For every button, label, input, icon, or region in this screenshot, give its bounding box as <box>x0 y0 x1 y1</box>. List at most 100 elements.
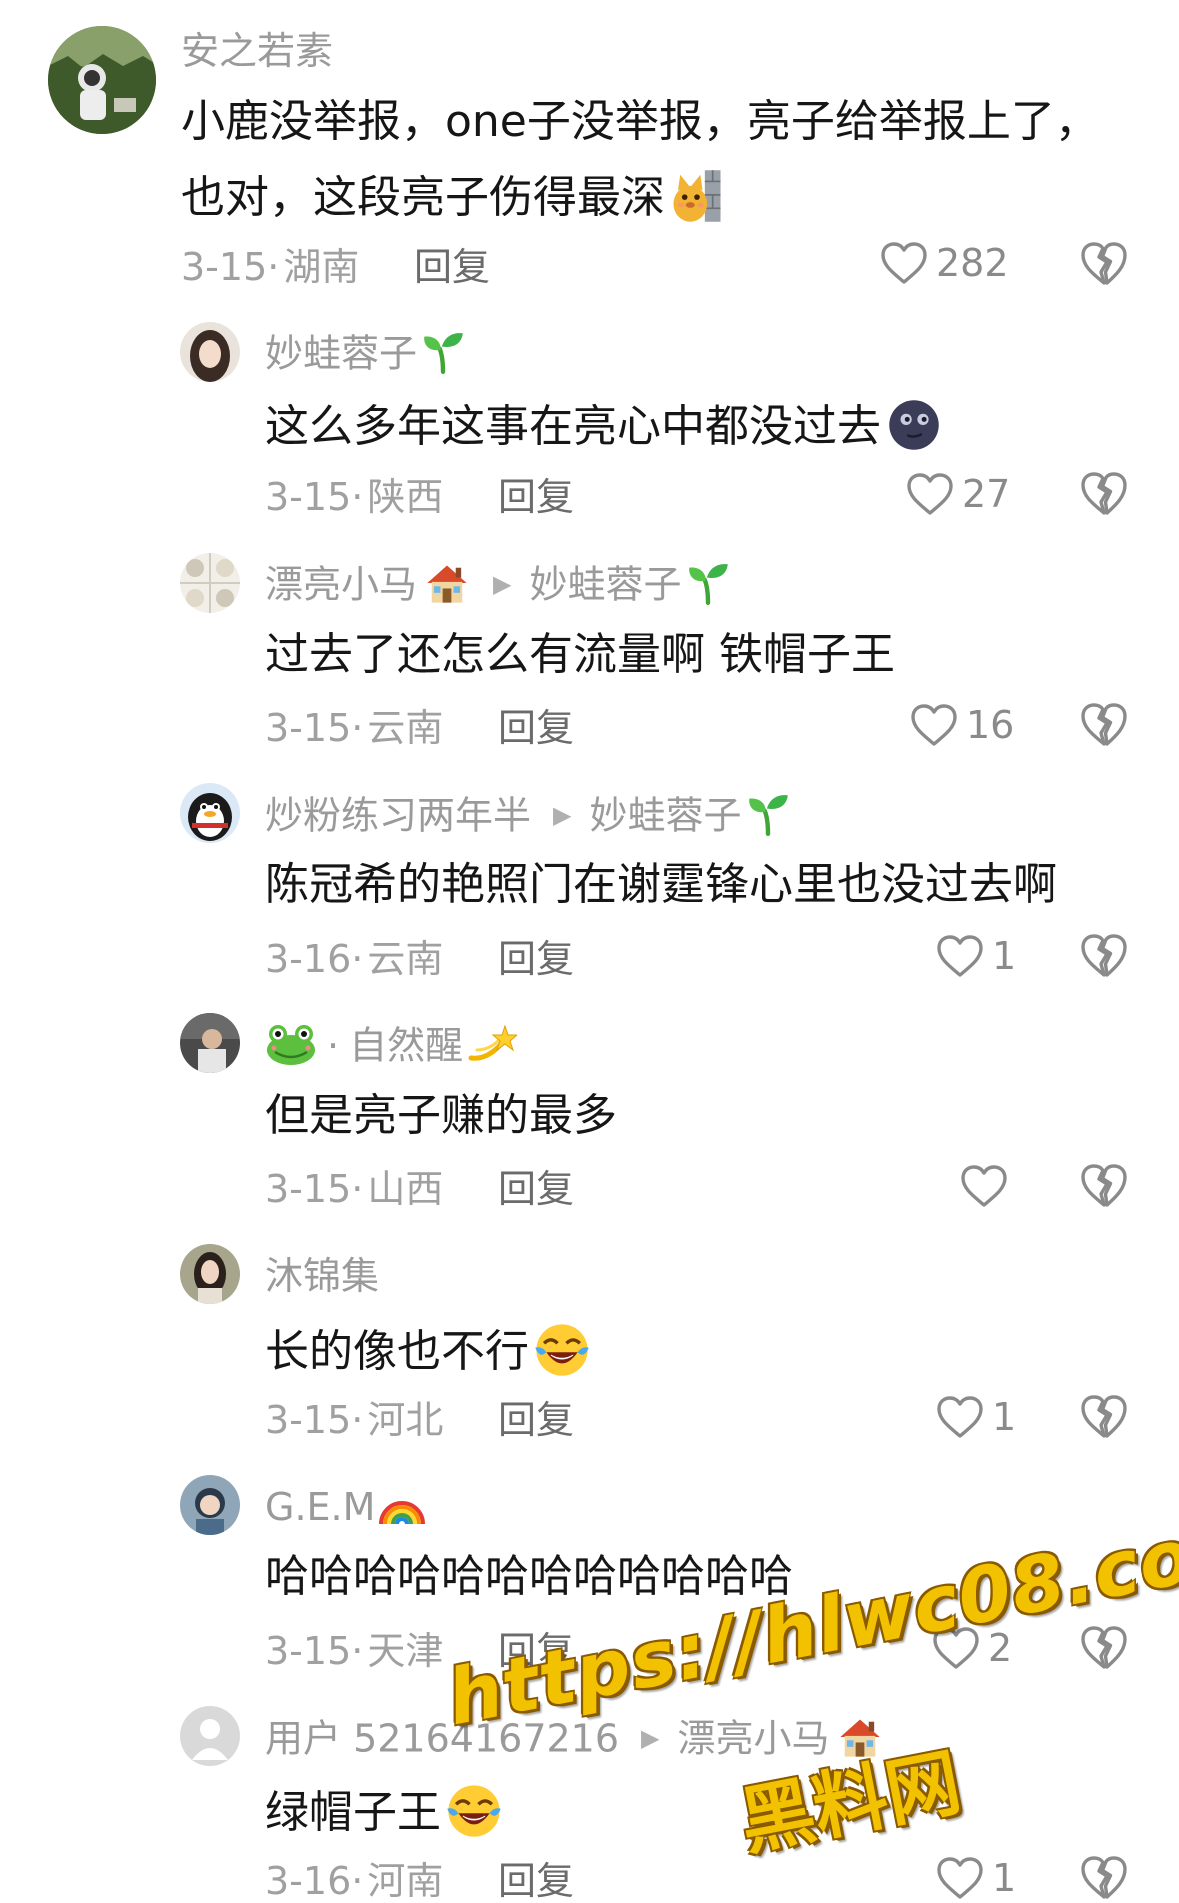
username-text: 自然醒 <box>349 1023 464 1068</box>
reply-button[interactable]: 回复 <box>498 1170 574 1208</box>
like-count: 2 <box>988 1626 1013 1670</box>
heart-icon <box>932 1626 980 1670</box>
comment-meta: 3-15· 陕西 <box>265 478 443 516</box>
reply-button[interactable]: 回复 <box>498 1401 574 1439</box>
reply-button[interactable]: 回复 <box>414 248 490 286</box>
comment-date: 3-15 <box>265 475 352 519</box>
comment-text: 哈哈哈哈哈哈哈哈哈哈哈哈 <box>265 1555 793 1599</box>
comment-meta: 3-15· 河北 <box>265 1401 443 1439</box>
comment-text: 过去了还怎么有流量啊 铁帽子王 <box>265 633 895 677</box>
meta-dot: · <box>351 1167 364 1211</box>
reply-to-username[interactable]: 漂亮小马 <box>678 1717 830 1761</box>
comment-meta: 3-16· 河南 <box>265 1862 443 1900</box>
username[interactable]: G.E.M <box>265 1488 427 1531</box>
username-text: G.E.M <box>265 1485 376 1529</box>
avatar[interactable] <box>48 26 156 134</box>
comment-region: 云南 <box>367 706 444 750</box>
comment-meta: 3-15· 山西 <box>265 1170 443 1208</box>
comment-date: 3-15 <box>265 1398 352 1442</box>
heart-icon <box>910 703 958 747</box>
girl-avatar-icon <box>180 322 240 382</box>
username[interactable]: 用户 52164167216 ▶ 漂亮小马 <box>265 1719 884 1763</box>
comment-text: 这么多年这事在亮心中都没过去 <box>265 402 941 456</box>
heart-icon <box>906 472 954 516</box>
broken-heart-icon[interactable] <box>1080 470 1128 516</box>
reply-button[interactable]: 回复 <box>498 940 574 978</box>
meta-dot: · <box>351 475 364 519</box>
reply-button[interactable]: 回复 <box>498 1632 574 1670</box>
comment-meta: 3-15· 湖南 <box>181 248 359 286</box>
new-moon-face-icon <box>887 398 941 452</box>
broken-heart-icon[interactable] <box>1080 1393 1128 1439</box>
name-separator: · <box>327 1023 340 1068</box>
comment-text-line: 但是亮子赚的最多 <box>265 1090 617 1141</box>
avatar[interactable] <box>180 553 240 613</box>
username-text: 炒粉练习两年半 <box>265 793 532 838</box>
like-count: 1 <box>992 1395 1017 1439</box>
comment-date: 3-15 <box>265 1167 352 1211</box>
like-button[interactable]: 2 <box>932 1626 1012 1670</box>
username[interactable]: 沐锦集 <box>265 1257 379 1295</box>
dizzy-icon <box>467 1022 517 1066</box>
cat-wall-emoji-icon <box>671 168 723 224</box>
avatar[interactable] <box>180 322 240 382</box>
avatar[interactable] <box>180 1475 240 1535</box>
default-avatar-icon <box>180 1706 240 1766</box>
avatar[interactable] <box>180 1013 240 1073</box>
comment-text: 但是亮子赚的最多 <box>265 1094 617 1138</box>
like-button[interactable]: 1 <box>936 1395 1016 1439</box>
cartoon-avatar-icon <box>180 1475 240 1535</box>
comment-date: 3-15 <box>265 706 352 750</box>
like-button[interactable] <box>960 1164 1008 1208</box>
like-button[interactable]: 282 <box>880 241 1009 285</box>
avatar[interactable] <box>180 1706 240 1766</box>
like-button[interactable]: 1 <box>936 1856 1016 1900</box>
comment-meta: 3-15· 天津 <box>265 1632 443 1670</box>
seedling-icon <box>421 330 465 374</box>
heart-icon <box>936 1395 984 1439</box>
username[interactable]: 妙蛙蓉子 <box>265 334 465 378</box>
like-button[interactable]: 1 <box>936 934 1016 978</box>
reply-to-username[interactable]: 妙蛙蓉子 <box>589 794 741 838</box>
meta-dot: · <box>351 1629 364 1673</box>
seedling-icon <box>686 561 730 605</box>
broken-heart-icon[interactable] <box>1080 1162 1128 1208</box>
username-text: 妙蛙蓉子 <box>265 331 418 376</box>
comment-text: 长的像也不行 <box>265 1325 591 1383</box>
avatar[interactable] <box>180 783 240 843</box>
comment-meta: 3-16· 云南 <box>265 940 443 978</box>
broken-heart-icon[interactable] <box>1080 1624 1128 1670</box>
broken-heart-icon[interactable] <box>1080 1854 1128 1900</box>
penguin-avatar-icon <box>180 783 240 843</box>
username[interactable]: · 自然醒 <box>265 1026 517 1070</box>
username[interactable]: 漂亮小马 ▶ 妙蛙蓉子 <box>265 565 730 609</box>
reply-button[interactable]: 回复 <box>498 1862 574 1900</box>
username-text: 用户 52164167216 <box>265 1716 620 1761</box>
man-avatar-icon <box>180 1013 240 1073</box>
comment-date: 3-16 <box>265 937 352 981</box>
comment-text: 小鹿没举报，one子没举报，亮子给举报上了， <box>181 100 1099 144</box>
meta-dot: · <box>351 1859 364 1903</box>
broken-heart-icon[interactable] <box>1080 701 1128 747</box>
frog-icon <box>265 1022 317 1066</box>
astronaut-avatar-icon <box>48 26 156 134</box>
like-button[interactable]: 27 <box>906 472 1010 516</box>
username[interactable]: 安之若素 <box>181 32 333 70</box>
comment-region: 天津 <box>367 1629 444 1673</box>
like-count: 16 <box>966 703 1015 747</box>
reply-button[interactable]: 回复 <box>498 709 574 747</box>
reply-arrow-icon: ▶ <box>493 570 512 598</box>
comment-text-line: 陈冠希的艳照门在谢霆锋心里也没过去啊 <box>265 859 1057 910</box>
reply-to-username[interactable]: 妙蛙蓉子 <box>529 563 681 607</box>
like-button[interactable]: 16 <box>910 703 1014 747</box>
reply-button[interactable]: 回复 <box>498 478 574 516</box>
broken-heart-icon[interactable] <box>1080 932 1128 978</box>
comment-text-line: 哈哈哈哈哈哈哈哈哈哈哈哈 <box>265 1551 793 1602</box>
avatar[interactable] <box>180 1244 240 1304</box>
comment-meta: 3-15· 云南 <box>265 709 443 747</box>
broken-heart-icon[interactable] <box>1080 240 1128 286</box>
comment-region: 河北 <box>367 1398 444 1442</box>
house-icon <box>836 1715 884 1759</box>
comment-date: 3-16 <box>265 1859 352 1903</box>
username[interactable]: 炒粉练习两年半 ▶ 妙蛙蓉子 <box>265 796 790 840</box>
